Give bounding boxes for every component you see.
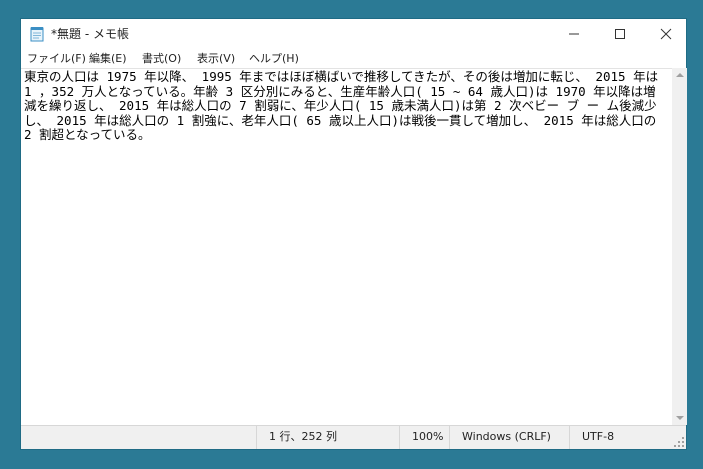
menu-edit[interactable]: 編集(E): [89, 51, 127, 66]
scroll-down-icon[interactable]: [676, 416, 684, 420]
menu-view[interactable]: 表示(V): [197, 51, 235, 66]
resize-grip-icon[interactable]: [674, 437, 684, 447]
window-title: *無題 - メモ帳: [51, 27, 129, 41]
status-bar: 1 行、252 列 100% Windows (CRLF) UTF-8: [21, 425, 686, 449]
minimize-button[interactable]: [551, 19, 597, 49]
title-bar[interactable]: *無題 - メモ帳: [21, 19, 686, 49]
menu-format[interactable]: 書式(O): [142, 51, 181, 66]
notepad-icon: [30, 26, 44, 42]
minimize-icon: [569, 33, 579, 35]
text-editor[interactable]: 東京の人口は 1975 年以降、 1995 年まではほぼ横ばいで推移してきたが、…: [21, 68, 672, 425]
close-icon: [660, 28, 672, 40]
menu-help[interactable]: ヘルプ(H): [249, 51, 299, 66]
scroll-up-icon[interactable]: [676, 73, 684, 77]
notepad-window: *無題 - メモ帳 ファイル(F) 編集(E) 書式(O) 表示(V) ヘルプ(…: [20, 18, 687, 450]
status-line-ending: Windows (CRLF): [449, 426, 569, 449]
maximize-button[interactable]: [597, 19, 643, 49]
status-encoding: UTF-8: [569, 426, 686, 449]
menu-file[interactable]: ファイル(F): [27, 51, 86, 66]
status-cursor-position: 1 行、252 列: [256, 426, 399, 449]
menu-bar: ファイル(F) 編集(E) 書式(O) 表示(V) ヘルプ(H): [21, 49, 686, 68]
editor-content[interactable]: 東京の人口は 1975 年以降、 1995 年まではほぼ横ばいで推移してきたが、…: [24, 69, 666, 143]
maximize-icon: [615, 29, 625, 39]
close-button[interactable]: [643, 19, 689, 49]
status-zoom: 100%: [399, 426, 449, 449]
vertical-scrollbar[interactable]: [672, 68, 687, 425]
